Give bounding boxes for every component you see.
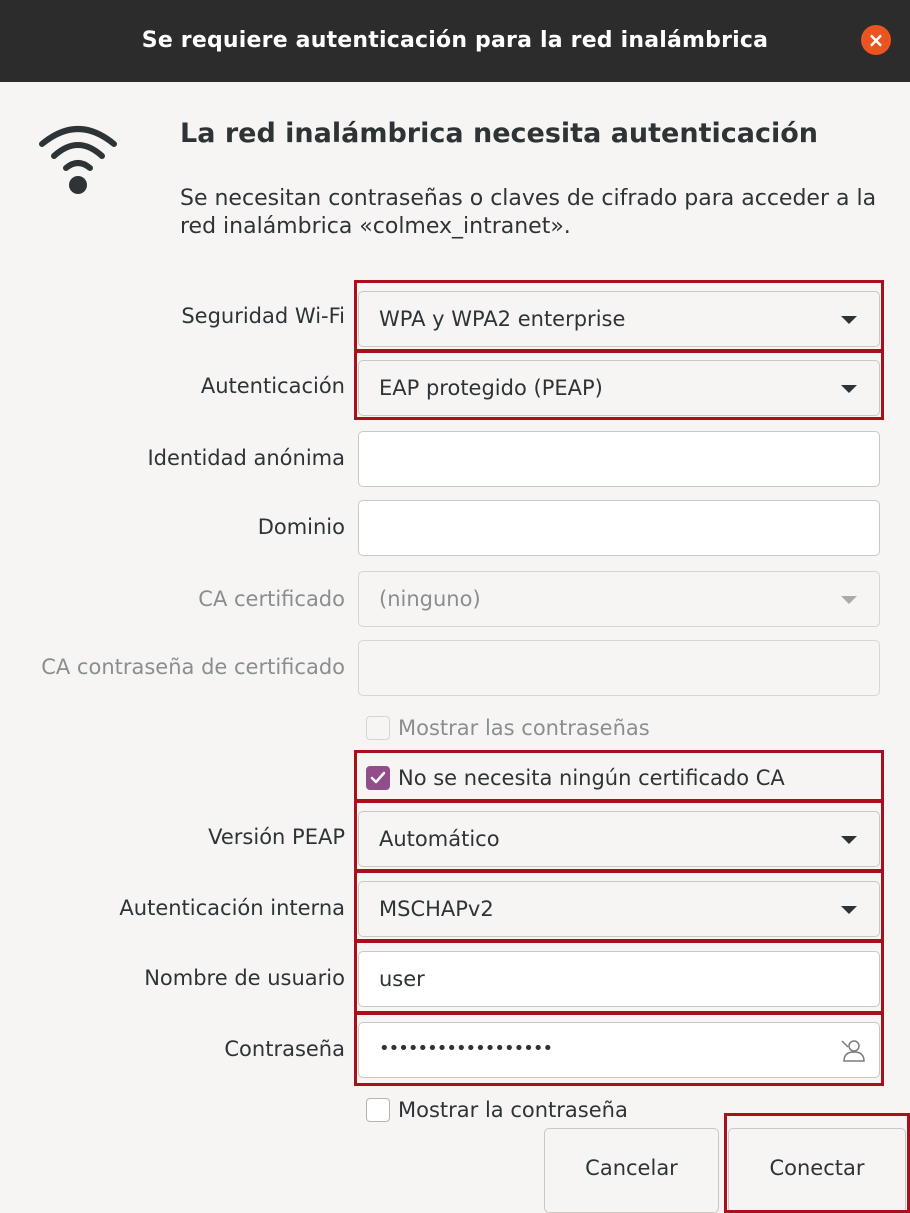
domain-input[interactable]	[358, 500, 880, 556]
inner-auth-dropdown[interactable]: MSCHAPv2	[358, 881, 880, 937]
dialog-heading: La red inalámbrica necesita autenticació…	[180, 118, 819, 149]
username-label: Nombre de usuario	[144, 966, 345, 990]
domain-label: Dominio	[257, 515, 345, 539]
ca-certificate-dropdown: (ninguno)	[358, 571, 880, 627]
inner-auth-label: Autenticación interna	[119, 896, 345, 920]
ca-cert-password-label: CA contraseña de certificado	[41, 655, 345, 679]
show-passwords-label: Mostrar las contraseñas	[398, 716, 650, 740]
wifi-icon	[39, 126, 117, 194]
anonymous-identity-label: Identidad anónima	[147, 446, 345, 470]
authentication-label: Autenticación	[200, 374, 345, 398]
password-input[interactable]: ••••••••••••••••••	[358, 1022, 880, 1078]
show-password-checkbox[interactable]	[366, 1098, 390, 1122]
username-value: user	[379, 967, 425, 991]
anonymous-identity-input[interactable]	[358, 431, 880, 487]
show-passwords-checkbox	[366, 716, 390, 740]
inner-auth-value: MSCHAPv2	[379, 897, 494, 921]
authentication-value: EAP protegido (PEAP)	[379, 376, 603, 400]
chevron-down-icon	[841, 906, 857, 914]
connect-button[interactable]: Conectar	[728, 1128, 906, 1213]
chevron-down-icon	[841, 385, 857, 393]
peap-version-dropdown[interactable]: Automático	[358, 811, 880, 867]
chevron-down-icon	[841, 836, 857, 844]
ca-certificate-label: CA certificado	[198, 587, 345, 611]
checkmark-icon	[370, 771, 386, 784]
cancel-button[interactable]: Cancelar	[544, 1128, 719, 1213]
show-password-label: Mostrar la contraseña	[398, 1098, 628, 1122]
no-ca-required-checkbox[interactable]	[366, 766, 390, 790]
title-bar: Se requiere autenticación para la red in…	[0, 0, 910, 82]
peap-version-value: Automático	[379, 827, 500, 851]
authentication-dropdown[interactable]: EAP protegido (PEAP)	[358, 360, 880, 416]
wifi-security-dropdown[interactable]: WPA y WPA2 enterprise	[358, 291, 880, 347]
ca-certificate-value: (ninguno)	[379, 587, 481, 611]
wifi-security-value: WPA y WPA2 enterprise	[379, 307, 626, 331]
password-value: ••••••••••••••••••	[379, 1038, 553, 1059]
password-peek-icon[interactable]	[839, 1037, 865, 1063]
username-input[interactable]: user	[358, 951, 880, 1007]
wifi-security-label: Seguridad Wi-Fi	[181, 304, 345, 328]
window-title: Se requiere autenticación para la red in…	[141, 28, 769, 53]
chevron-down-icon	[841, 316, 857, 324]
ca-cert-password-input	[358, 640, 880, 696]
dialog-description: Se necesitan contraseñas o claves de cif…	[180, 186, 877, 239]
peap-version-label: Versión PEAP	[208, 825, 345, 849]
no-ca-required-label: No se necesita ningún certificado CA	[398, 766, 785, 790]
password-label: Contraseña	[224, 1037, 345, 1061]
close-button[interactable]: ×	[861, 25, 891, 55]
chevron-down-icon	[841, 596, 857, 604]
